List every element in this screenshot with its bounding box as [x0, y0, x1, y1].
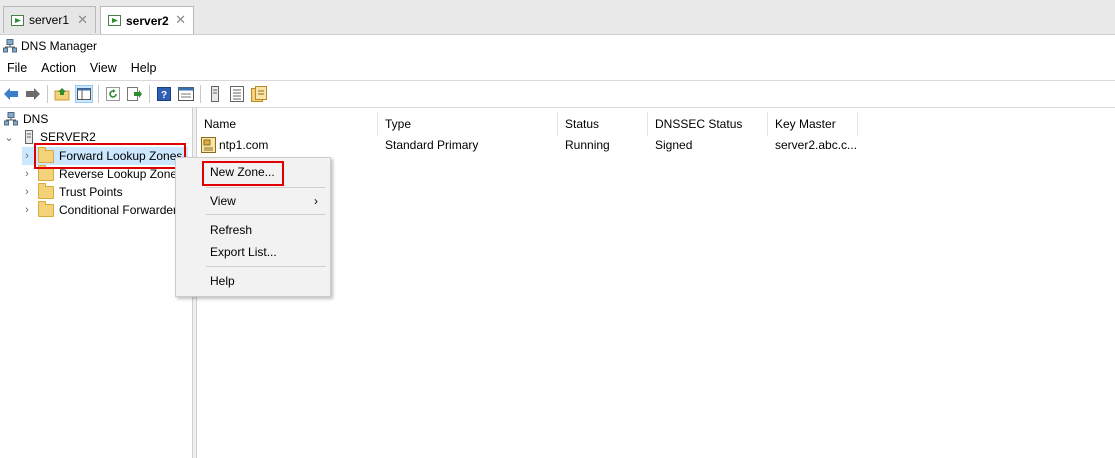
window-title: DNS Manager [21, 38, 98, 53]
toolbar: ? [0, 80, 1115, 108]
tree-node-trust-points[interactable]: › Trust Points [22, 182, 123, 201]
tree-node-label: Conditional Forwarders [59, 203, 184, 217]
zone-name: ntp1.com [219, 138, 269, 152]
refresh-icon[interactable] [104, 85, 122, 103]
cell-status: Running [565, 138, 610, 152]
folder-icon [38, 182, 54, 199]
title-bar: DNS Manager [0, 34, 1115, 57]
chevron-down-icon[interactable]: ⌄ [4, 131, 14, 144]
chevron-right-icon[interactable]: › [22, 204, 32, 216]
up-folder-icon[interactable] [53, 85, 71, 103]
cell-name: ntp1.com [197, 137, 378, 153]
menu-item-label: Export List... [210, 245, 277, 259]
properties-icon[interactable] [177, 85, 195, 103]
zone-file-icon [201, 137, 216, 153]
toolbar-separator [98, 85, 99, 103]
export-list-icon[interactable] [126, 85, 144, 103]
menu-item-help[interactable]: Help [176, 270, 328, 292]
menu-item-label: Refresh [210, 223, 253, 237]
menu-item-export-list[interactable]: Export List... [176, 241, 328, 263]
close-icon[interactable]: ✕ [77, 12, 88, 28]
zone-icon[interactable] [250, 85, 268, 103]
menu-help[interactable]: Help [124, 61, 164, 75]
menu-separator [206, 266, 326, 267]
highlight-box [202, 161, 284, 186]
folder-icon [38, 164, 54, 181]
tree-node-label: SERVER2 [40, 130, 96, 144]
chevron-right-icon[interactable]: › [22, 186, 32, 198]
tree-node-label: DNS [23, 112, 49, 126]
column-header-key-master[interactable]: Key Master [768, 112, 858, 136]
folder-icon [38, 200, 54, 217]
help-icon[interactable]: ? [155, 85, 173, 103]
highlight-box [34, 143, 186, 169]
column-header-dnssec-status[interactable]: DNSSEC Status [648, 112, 768, 136]
menu-view[interactable]: View [83, 61, 124, 75]
tree-node-conditional-forwarders[interactable]: › Conditional Forwarders [22, 200, 184, 219]
menu-separator [206, 187, 326, 188]
server-icon [25, 130, 33, 144]
menu-separator [206, 214, 326, 215]
list-icon[interactable] [228, 85, 246, 103]
table-row[interactable]: ntp1.com Standard Primary Running Signed… [197, 136, 858, 154]
menu-bar: File Action View Help [0, 57, 1115, 79]
menu-item-view[interactable]: View › [176, 190, 328, 212]
show-hide-console-tree-icon[interactable] [75, 85, 93, 103]
tab-label: server1 [29, 13, 70, 27]
cell-key-master: server2.abc.c... [775, 138, 858, 152]
menu-item-refresh[interactable]: Refresh [176, 219, 328, 241]
tab-server2[interactable]: server2 ✕ [100, 6, 194, 34]
back-icon[interactable] [2, 85, 20, 103]
tree-node-dns[interactable]: DNS [4, 110, 48, 128]
dns-manager-icon [3, 38, 17, 52]
column-header-name[interactable]: Name [197, 112, 378, 136]
toolbar-separator [47, 85, 48, 103]
menu-action[interactable]: Action [34, 61, 83, 75]
menu-item-label: Help [210, 274, 235, 288]
column-header-status[interactable]: Status [558, 112, 648, 136]
vm-icon [11, 14, 24, 26]
chevron-right-icon[interactable]: › [22, 168, 32, 180]
tree-node-label: Reverse Lookup Zones [59, 167, 184, 181]
forward-icon[interactable] [24, 85, 42, 103]
server-icon[interactable] [206, 85, 224, 103]
menu-file[interactable]: File [0, 61, 34, 75]
chevron-right-icon[interactable]: › [22, 150, 32, 162]
dns-icon [4, 112, 18, 126]
cell-type: Standard Primary [385, 138, 479, 152]
close-icon[interactable]: ✕ [175, 12, 186, 28]
vm-icon [108, 15, 121, 26]
toolbar-separator [200, 85, 201, 103]
menu-item-label: View [210, 194, 236, 208]
context-menu: New Zone... View › Refresh Export List..… [175, 157, 331, 297]
tab-server1[interactable]: server1 ✕ [3, 6, 96, 33]
column-header-type[interactable]: Type [378, 112, 558, 136]
results-pane: Name Type Status DNSSEC Status Key Maste… [197, 108, 1115, 458]
console-tree: DNS ⌄ SERVER2 › Forward Lookup Zones › R… [0, 108, 192, 458]
tab-strip: server1 ✕ server2 ✕ [0, 0, 1115, 35]
cell-dnssec-status: Signed [655, 138, 693, 152]
tree-node-label: Trust Points [59, 185, 123, 199]
list-header: Name Type Status DNSSEC Status Key Maste… [197, 112, 1115, 136]
toolbar-separator [149, 85, 150, 103]
svg-text:?: ? [161, 90, 167, 101]
chevron-right-icon: › [314, 194, 318, 208]
tab-label: server2 [126, 13, 169, 28]
